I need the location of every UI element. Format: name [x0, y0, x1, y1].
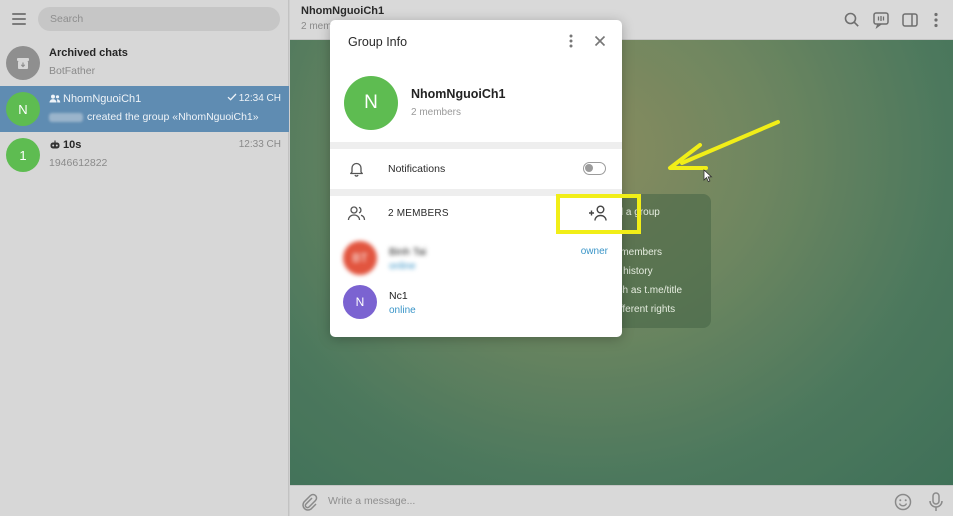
avatar: N	[6, 92, 40, 126]
chat-preview: BotFather	[49, 65, 96, 77]
mouse-cursor-icon	[703, 169, 713, 183]
members-icon	[347, 206, 366, 221]
member-row[interactable]: N Nc1 online	[330, 282, 622, 322]
info-line: uch as t.me/title	[612, 285, 683, 296]
sidebar-toggle-icon[interactable]	[900, 10, 920, 30]
divider	[330, 142, 622, 149]
chat-sidebar: Search Archived chats BotFather N NhomNg…	[0, 0, 289, 516]
emoji-icon[interactable]	[893, 492, 913, 512]
hamburger-menu-icon[interactable]	[8, 8, 30, 30]
chat-name: Archived chats	[49, 47, 128, 59]
avatar: BT	[343, 241, 377, 275]
notifications-label: Notifications	[388, 163, 446, 175]
archive-icon	[6, 46, 40, 80]
avatar: 1	[6, 138, 40, 172]
member-status: online	[389, 261, 416, 272]
group-member-count: 2 members	[411, 107, 462, 118]
arrow-annotation-icon	[668, 120, 780, 170]
chat-time: 12:33 CH	[238, 139, 281, 150]
member-row[interactable]: BT Binh Tai online owner	[330, 238, 622, 278]
chat-preview: created the group «NhomNguoiCh1»	[49, 111, 259, 123]
sidebar-top-bar: Search	[0, 0, 288, 38]
chat-name: 10s	[49, 139, 81, 151]
topic-icon[interactable]	[871, 10, 891, 30]
checkmark-icon	[227, 93, 237, 101]
members-count-label: 2 MEMBERS	[388, 208, 449, 219]
chat-title[interactable]: NhomNguoiCh1	[301, 5, 384, 17]
notifications-row[interactable]: Notifications	[330, 149, 622, 189]
search-icon[interactable]	[842, 10, 862, 30]
avatar: N	[343, 285, 377, 319]
member-name: Binh Tai	[389, 246, 427, 258]
chat-name: NhomNguoiCh1	[49, 93, 141, 105]
dialog-title: Group Info	[348, 35, 408, 49]
message-composer: Write a message...	[290, 485, 953, 516]
chat-item-archived[interactable]: Archived chats BotFather	[0, 40, 289, 86]
group-icon	[49, 94, 61, 103]
more-options-icon[interactable]	[564, 33, 578, 49]
chat-time: 12:34 CH	[227, 93, 281, 104]
more-options-icon[interactable]	[926, 10, 946, 30]
message-input[interactable]: Write a message...	[328, 495, 415, 507]
group-info-dialog: Group Info N NhomNguoiCh1 2 members Noti…	[330, 20, 622, 337]
member-name: Nc1	[389, 290, 408, 302]
chat-item-nhomnguoich1[interactable]: N NhomNguoiCh1 created the group «NhomNg…	[0, 86, 289, 132]
close-icon[interactable]	[592, 33, 608, 49]
group-name: NhomNguoiCh1	[411, 87, 506, 101]
chat-preview: 1946612822	[49, 157, 108, 169]
microphone-icon[interactable]	[926, 491, 946, 513]
bell-icon	[350, 162, 363, 177]
notifications-toggle[interactable]	[583, 162, 606, 175]
group-avatar[interactable]: N	[344, 76, 398, 130]
member-status: online	[389, 305, 416, 316]
highlight-box	[556, 194, 641, 234]
member-role: owner	[580, 246, 608, 257]
search-input[interactable]: Search	[38, 7, 280, 31]
bot-icon	[50, 140, 60, 149]
attach-icon[interactable]	[299, 492, 319, 512]
chat-item-10s[interactable]: 1 10s 1946612822 12:33 CH	[0, 132, 289, 178]
